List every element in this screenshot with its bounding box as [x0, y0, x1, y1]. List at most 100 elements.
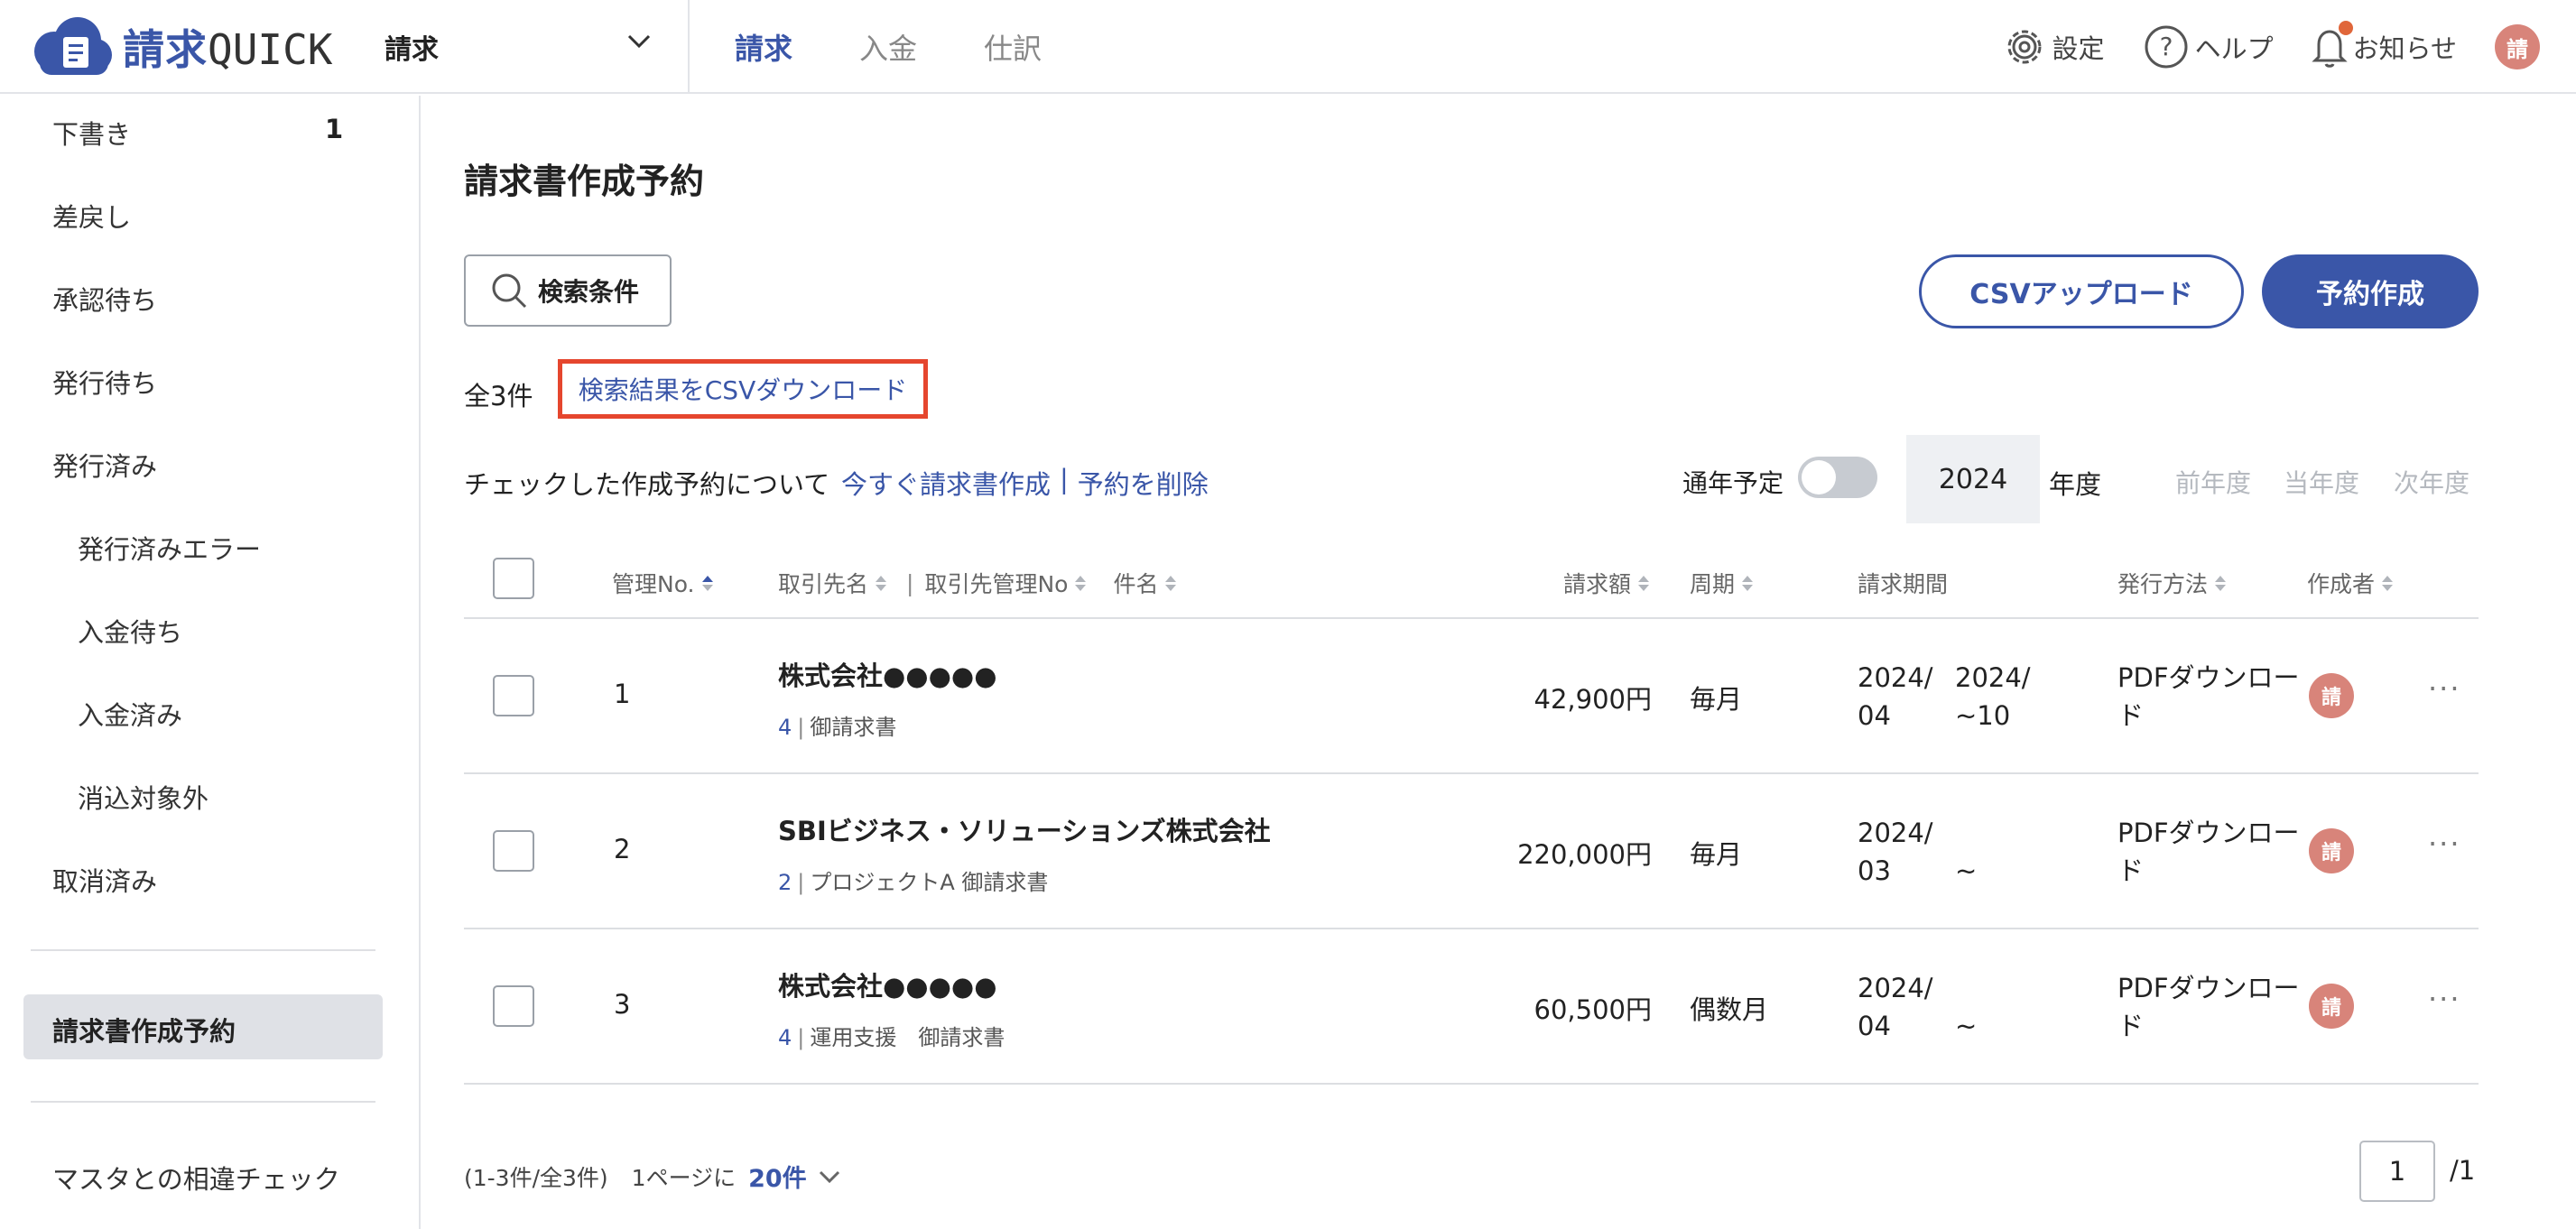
total-count: 全3件	[464, 381, 533, 411]
create-reservation-button[interactable]: 予約作成	[2262, 254, 2479, 328]
row-period-end: ~	[1955, 814, 1977, 890]
page-title: 請求書作成予約	[464, 162, 705, 201]
sidebar-item-awaiting-approval[interactable]: 承認待ち	[52, 280, 157, 318]
row-period-start-year: 2024/	[1858, 818, 1933, 848]
bulk-action-label: チェックした作成予約について	[464, 469, 830, 500]
row-client-no: 2	[778, 870, 792, 895]
sort-icon	[2382, 575, 2394, 591]
sidebar-item-master-check[interactable]: マスタとの相違チェック	[52, 1159, 340, 1197]
gear-icon	[2007, 30, 2042, 64]
row-more-menu-icon[interactable]: ···	[2428, 827, 2461, 861]
nav-tab-journal[interactable]: 仕訳	[984, 26, 1042, 68]
row-method: PDFダウンロード	[2117, 969, 2307, 1045]
service-select[interactable]: 請求	[385, 0, 688, 94]
nav-tab-invoice[interactable]: 請求	[735, 26, 792, 68]
row-period-start-month: 04	[1858, 700, 1891, 731]
row-method-line1: PDFダウンロー	[2117, 662, 2300, 693]
row-amount: 42,900円	[1534, 684, 1652, 715]
column-header-creator[interactable]: 作成者	[2307, 567, 2394, 599]
sidebar-item-paid[interactable]: 入金済み	[78, 695, 182, 733]
row-more-menu-icon[interactable]: ···	[2428, 671, 2461, 706]
row-period-start: 2024/04	[1858, 659, 1933, 735]
sidebar: 下書き 1 差戻し 承認待ち 発行待ち 発行済み 発行済みエラー 入金待ち 入金…	[0, 96, 421, 1229]
row-client-subject: 2 | プロジェクトA 御請求書	[778, 864, 1048, 896]
row-amount: 220,000円	[1517, 839, 1652, 870]
csv-download-link[interactable]: 検索結果をCSVダウンロード	[558, 359, 928, 419]
row-period-start-year: 2024/	[1858, 973, 1933, 1003]
annual-schedule-toggle[interactable]	[1798, 457, 1877, 498]
cloud-document-icon	[27, 15, 114, 79]
row-method-line2: ド	[2117, 1011, 2145, 1041]
column-header-amount[interactable]: 請求額	[1563, 567, 1650, 599]
row-client-name: 株式会社●●●●●	[778, 971, 997, 1002]
fiscal-year-input[interactable]: 2024	[1906, 435, 2040, 523]
per-page-select[interactable]: 20件	[748, 1159, 807, 1194]
sidebar-item-cancelled[interactable]: 取消済み	[52, 861, 157, 899]
chevron-down-icon[interactable]	[818, 1169, 841, 1185]
column-header-subject-label[interactable]: 件名	[1113, 567, 1158, 599]
row-period-end-month: ~	[1955, 855, 1978, 886]
column-header-creator-label: 作成者	[2307, 571, 2376, 597]
row-sub-separator: |	[797, 715, 805, 740]
row-period-end: ~	[1955, 969, 1977, 1045]
search-conditions-button[interactable]: 検索条件	[464, 254, 672, 327]
page-total: /1	[2450, 1155, 2476, 1186]
row-method: PDFダウンロード	[2117, 814, 2307, 890]
annual-schedule-label: 通年予定	[1682, 468, 1784, 498]
fiscal-year-unit: 年度	[2049, 469, 2102, 500]
sidebar-item-draft[interactable]: 下書き	[52, 114, 131, 152]
row-cycle: 偶数月	[1690, 994, 1769, 1025]
chevron-down-icon	[626, 32, 652, 54]
main-nav: 請求 入金 仕訳	[735, 0, 1108, 94]
row-checkbox[interactable]	[493, 830, 534, 872]
column-header-no[interactable]: 管理No.	[612, 567, 713, 599]
nav-tab-payment[interactable]: 入金	[859, 26, 917, 68]
delete-reservation-link[interactable]: 予約を削除	[1078, 464, 1209, 502]
row-divider	[464, 928, 2479, 929]
csv-upload-button[interactable]: CSVアップロード	[1919, 254, 2244, 328]
next-year-link[interactable]: 次年度	[2394, 464, 2469, 500]
sort-icon	[2215, 575, 2227, 591]
row-period-start-month: 04	[1858, 1011, 1891, 1041]
toggle-knob	[1802, 460, 1836, 494]
column-header-method-label: 発行方法	[2117, 571, 2209, 597]
row-period-end-month: ~	[1955, 1011, 1978, 1041]
sort-icon	[1075, 575, 1087, 591]
sidebar-item-awaiting-payment[interactable]: 入金待ち	[78, 612, 182, 650]
column-header-cycle[interactable]: 周期	[1690, 567, 1754, 599]
sidebar-item-returned[interactable]: 差戻し	[52, 197, 131, 235]
sidebar-item-issued-error[interactable]: 発行済みエラー	[78, 529, 261, 567]
current-year-link[interactable]: 当年度	[2284, 464, 2359, 500]
app-header: 請求QUICK 請求 請求 入金 仕訳 設定 ? ヘルプ お知らせ 請	[0, 0, 2576, 94]
row-checkbox[interactable]	[493, 985, 534, 1027]
row-more-menu-icon[interactable]: ···	[2428, 982, 2461, 1016]
column-header-method[interactable]: 発行方法	[2117, 567, 2227, 599]
sidebar-item-not-reconciled[interactable]: 消込対象外	[78, 778, 208, 816]
settings-link[interactable]: 設定	[2002, 24, 2105, 69]
column-header-client-label[interactable]: 取引先名	[778, 567, 868, 599]
row-no: 2	[614, 834, 631, 864]
row-period-end: 2024/ ~10	[1955, 659, 2031, 735]
column-header-client-no-label[interactable]: 取引先管理No	[924, 567, 1068, 599]
sidebar-item-issued[interactable]: 発行済み	[52, 446, 157, 484]
row-client-no: 4	[778, 1025, 792, 1050]
select-all-checkbox[interactable]	[493, 558, 534, 599]
row-checkbox[interactable]	[493, 675, 534, 716]
help-link[interactable]: ? ヘルプ	[2143, 23, 2274, 70]
sidebar-item-awaiting-issue[interactable]: 発行待ち	[52, 363, 157, 401]
row-period-start-year: 2024/	[1858, 662, 1933, 693]
user-avatar[interactable]: 請	[2495, 24, 2540, 69]
row-amount: 60,500円	[1534, 994, 1652, 1025]
row-divider	[464, 1083, 2479, 1085]
create-now-link[interactable]: 今すぐ請求書作成	[841, 464, 1051, 502]
app-logo[interactable]: 請求QUICK	[27, 14, 332, 79]
sort-icon	[1742, 575, 1754, 591]
row-sub-separator: |	[797, 870, 805, 895]
prev-year-link[interactable]: 前年度	[2175, 464, 2251, 500]
notice-link[interactable]: お知らせ	[2311, 21, 2457, 69]
service-select-label: 請求	[385, 34, 439, 66]
column-header-period: 請求期間	[1858, 567, 1948, 599]
row-period-start: 2024/04	[1858, 969, 1933, 1045]
settings-label: 設定	[2052, 33, 2105, 64]
page-number-input[interactable]: 1	[2359, 1141, 2435, 1202]
